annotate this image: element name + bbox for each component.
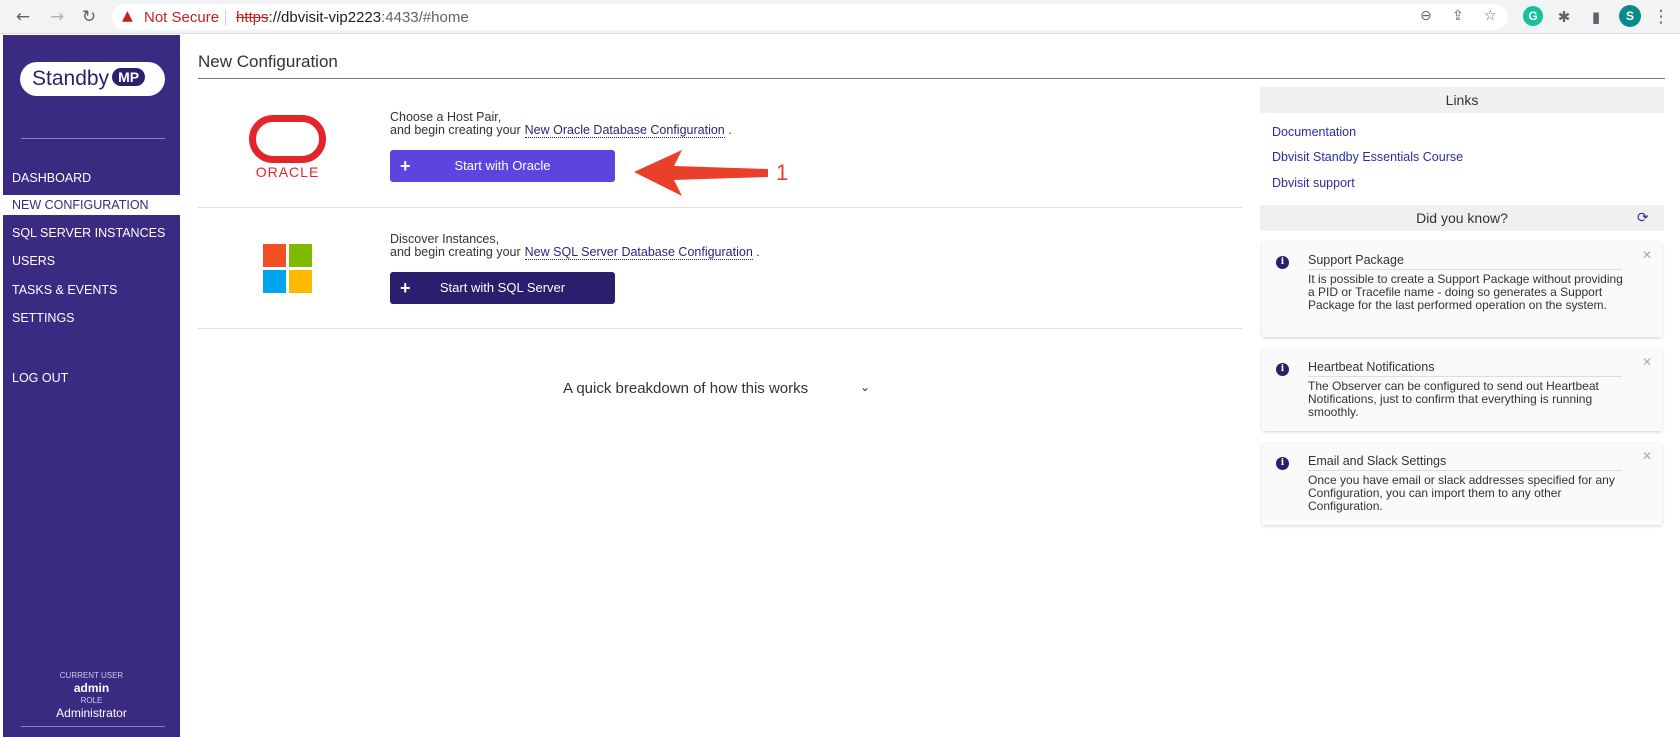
ms-square-yellow: [289, 270, 312, 293]
chevron-down-icon[interactable]: ⌄: [860, 380, 870, 394]
grammarly-icon[interactable]: G: [1523, 6, 1543, 26]
url-protocol: https: [236, 9, 269, 26]
forward-icon[interactable]: →: [46, 6, 68, 28]
menu-kebab-icon[interactable]: ⋮: [1650, 6, 1672, 28]
sql-instruction: Discover Instances, and begin creating y…: [390, 233, 760, 260]
tip-body: Once you have email or slack addresses s…: [1308, 473, 1615, 513]
plus-icon: +: [400, 156, 411, 176]
tip-title: Support Package: [1308, 253, 1622, 270]
links-header: Links: [1260, 87, 1664, 113]
address-bar[interactable]: ▲ Not Secure https://dbvisit-vip2223:443…: [112, 4, 1508, 30]
info-icon: i: [1276, 256, 1289, 269]
zoom-icon[interactable]: ⊖: [1420, 8, 1432, 24]
row-separator: [198, 207, 1242, 208]
logo-text: Standby: [32, 67, 110, 90]
title-rule: [198, 78, 1665, 79]
tip-card: i Support Package It is possible to crea…: [1262, 242, 1662, 337]
start-with-oracle-button[interactable]: + Start with Oracle: [390, 150, 615, 182]
reload-icon[interactable]: ↻: [78, 6, 100, 28]
close-icon[interactable]: ✕: [1642, 248, 1652, 262]
start-oracle-label: Start with Oracle: [454, 158, 551, 173]
share-icon[interactable]: ⇪: [1452, 8, 1464, 24]
breakdown-toggle[interactable]: A quick breakdown of how this works: [563, 380, 808, 397]
sidebar-item-new-configuration[interactable]: NEW CONFIGURATION: [3, 195, 180, 215]
back-icon[interactable]: ←: [12, 6, 34, 28]
url-host: ://dbvisit-vip2223: [268, 9, 382, 26]
info-icon: i: [1276, 363, 1289, 376]
new-oracle-config-link[interactable]: New Oracle Database Configuration: [524, 123, 725, 138]
annotation-arrow: [634, 150, 768, 196]
sql-suffix: .: [756, 245, 760, 259]
current-user-block: CURRENT USER admin ROLE Administrator: [3, 670, 180, 720]
sql-line2: and begin creating your: [390, 245, 521, 259]
sidebar-item-settings[interactable]: SETTINGS: [3, 308, 180, 328]
start-with-sql-server-button[interactable]: + Start with SQL Server: [390, 272, 615, 304]
close-icon[interactable]: ✕: [1642, 355, 1652, 369]
sidebar-divider: [21, 138, 165, 139]
oracle-instruction: Choose a Host Pair, and begin creating y…: [390, 111, 732, 138]
essentials-course-link[interactable]: Dbvisit Standby Essentials Course: [1272, 150, 1463, 164]
oracle-logo: ORACLE: [245, 115, 330, 180]
plus-icon: +: [400, 278, 411, 298]
url-text[interactable]: https://dbvisit-vip2223:4433/#home: [236, 9, 469, 26]
current-user-name: admin: [73, 681, 110, 695]
sidebar-item-log-out[interactable]: LOG OUT: [3, 368, 180, 388]
documentation-link[interactable]: Documentation: [1272, 125, 1356, 139]
oracle-ring-shape: [249, 115, 326, 163]
tip-title: Email and Slack Settings: [1308, 454, 1622, 471]
extensions-icon[interactable]: ✱: [1553, 6, 1575, 28]
ms-square-red: [263, 244, 286, 267]
info-icon: i: [1276, 457, 1289, 470]
support-link[interactable]: Dbvisit support: [1272, 176, 1355, 190]
row-separator: [198, 328, 1242, 329]
oracle-line2-row: and begin creating your New Oracle Databa…: [390, 123, 732, 138]
page-title: New Configuration: [198, 52, 338, 71]
ms-square-blue: [263, 270, 286, 293]
refresh-icon[interactable]: ⟳: [1637, 210, 1649, 226]
logo-badge: MP: [112, 68, 146, 86]
oracle-logo-text: ORACLE: [255, 164, 320, 180]
sidebar: Standby MP DASHBOARD NEW CONFIGURATION SQ…: [3, 35, 180, 737]
bookmark-star-icon[interactable]: ☆: [1484, 8, 1497, 24]
browser-toolbar: ← → ↻ ▲ Not Secure https://dbvisit-vip22…: [0, 0, 1680, 34]
current-user-label: CURRENT USER: [59, 671, 124, 680]
not-secure-label[interactable]: Not Secure: [144, 9, 219, 26]
sidebar-item-sql-server-instances[interactable]: SQL SERVER INSTANCES: [3, 223, 180, 243]
tip-body: The Observer can be configured to send o…: [1308, 379, 1599, 419]
omnibox-separator: [225, 10, 226, 25]
sql-line2-row: and begin creating your New SQL Server Da…: [390, 245, 760, 260]
microsoft-logo: [263, 244, 313, 294]
sidebar-item-users[interactable]: USERS: [3, 251, 180, 271]
ms-square-green: [289, 244, 312, 267]
tip-card: i Email and Slack Settings Once you have…: [1262, 443, 1662, 525]
warning-icon: ▲: [122, 8, 133, 24]
standby-mp-logo[interactable]: Standby MP: [20, 62, 165, 96]
side-panel-icon[interactable]: ▮: [1585, 6, 1607, 28]
sidebar-bottom-divider: [21, 726, 165, 727]
role-value: Administrator: [56, 706, 127, 720]
profile-avatar[interactable]: S: [1619, 5, 1641, 27]
sidebar-item-dashboard[interactable]: DASHBOARD: [3, 168, 180, 188]
new-sql-config-link[interactable]: New SQL Server Database Configuration: [524, 245, 753, 260]
role-label: ROLE: [80, 696, 103, 705]
arrow-shape: [634, 150, 768, 196]
did-you-know-header: Did you know?: [1260, 205, 1664, 231]
close-icon[interactable]: ✕: [1642, 449, 1652, 463]
tip-card: i Heartbeat Notifications The Observer c…: [1262, 349, 1662, 431]
sidebar-item-tasks-events[interactable]: TASKS & EVENTS: [3, 280, 180, 300]
tip-title: Heartbeat Notifications: [1308, 360, 1622, 377]
oracle-line2: and begin creating your: [390, 123, 521, 137]
start-sql-label: Start with SQL Server: [439, 280, 566, 295]
tip-body: It is possible to create a Support Packa…: [1308, 272, 1623, 312]
url-rest: :4433/#home: [381, 9, 469, 26]
oracle-suffix: .: [728, 123, 732, 137]
annotation-number: 1: [776, 160, 789, 185]
